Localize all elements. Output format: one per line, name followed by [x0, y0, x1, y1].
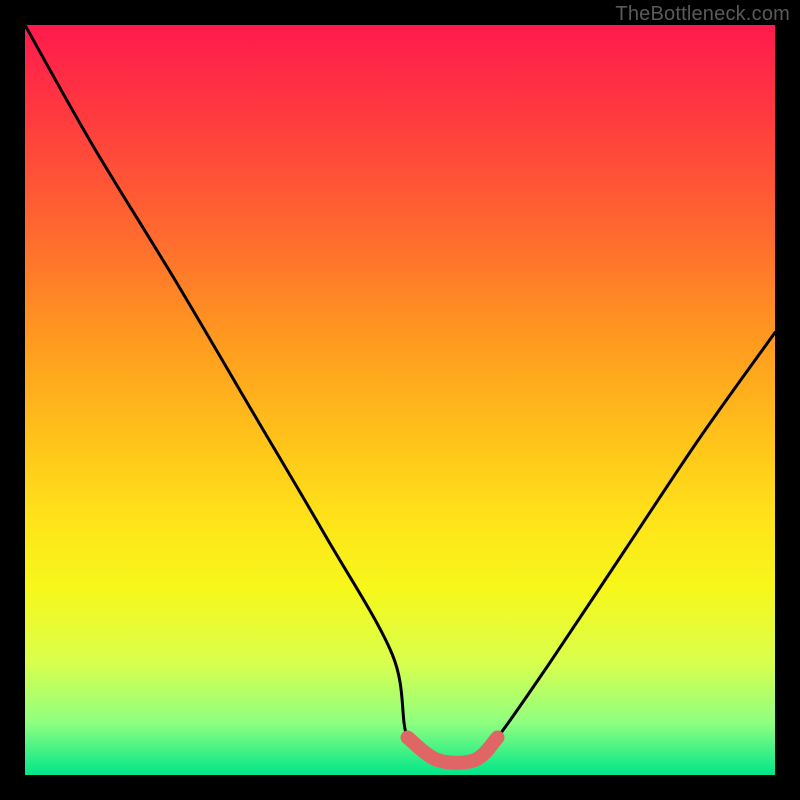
chart-curve-layer [25, 25, 775, 775]
optimal-range-highlight [408, 738, 498, 763]
chart-frame: TheBottleneck.com [0, 0, 800, 800]
bottleneck-curve [25, 25, 775, 763]
watermark-text: TheBottleneck.com [615, 3, 790, 26]
